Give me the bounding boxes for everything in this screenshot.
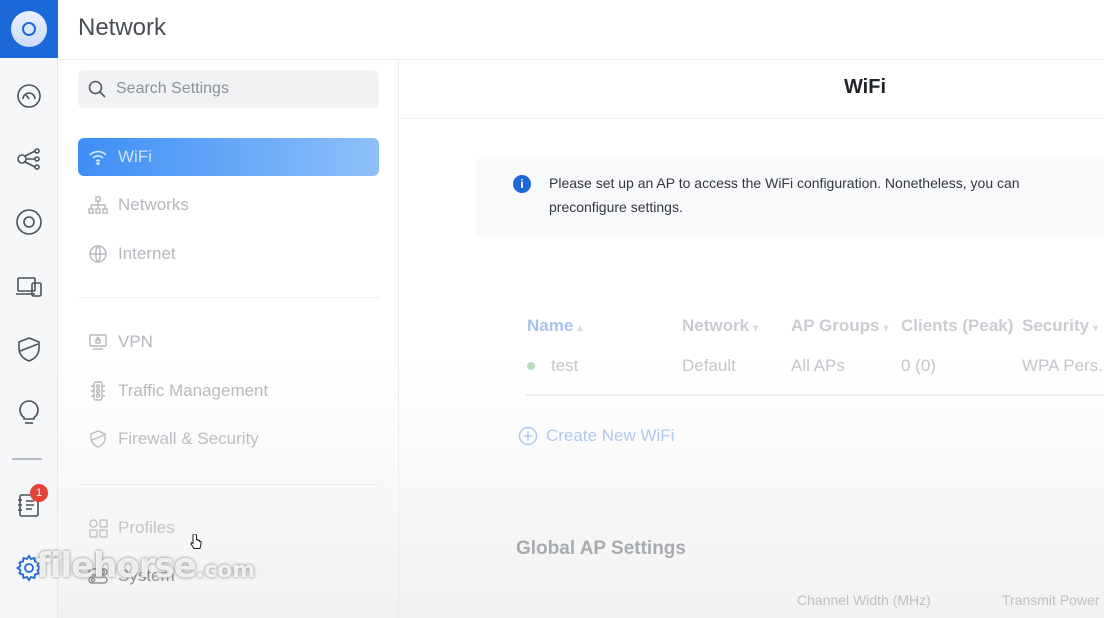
nav-divider — [78, 297, 379, 298]
settings-panel: WiFi Networks Internet VPN Traffic Manag… — [58, 60, 399, 618]
top-bar: Network — [58, 0, 1104, 60]
logo-icon — [11, 11, 47, 47]
nav-label-vpn: VPN — [118, 332, 153, 351]
nav-item-wifi[interactable]: WiFi — [78, 138, 379, 176]
search-icon — [88, 80, 106, 98]
create-wifi-label: Create New WiFi — [546, 426, 675, 445]
nav-label-firewall-security: Firewall & Security — [118, 429, 259, 448]
shield-icon — [90, 430, 106, 448]
notes-icon[interactable] — [0, 481, 58, 529]
nav-item-networks[interactable]: Networks — [78, 186, 379, 224]
sort-icon: ▾ — [753, 323, 759, 334]
info-icon: i — [513, 175, 531, 193]
dashboard-icon[interactable] — [0, 72, 58, 120]
cell-network: Default — [682, 356, 736, 375]
app-title: Network — [78, 14, 167, 41]
cell-clients: 0 (0) — [901, 356, 936, 375]
wifi-icon — [89, 150, 107, 166]
cell-security: WPA Pers... — [1022, 356, 1104, 375]
nav-item-traffic-management[interactable]: Traffic Management — [78, 372, 379, 410]
cell-ap-groups: All APs — [791, 356, 845, 375]
nav-item-vpn[interactable]: VPN — [78, 323, 379, 361]
nav-label-wifi: WiFi — [118, 147, 152, 166]
info-banner: i Please set up an AP to access the WiFi… — [476, 157, 1104, 237]
insights-icon[interactable] — [0, 388, 58, 436]
transmit-power-label: Transmit Power — [1002, 592, 1100, 608]
nav-item-firewall-security[interactable]: Firewall & Security — [78, 420, 379, 458]
cell-name[interactable]: test — [551, 356, 578, 376]
nav-divider — [78, 484, 379, 485]
nav-item-internet[interactable]: Internet — [78, 235, 379, 273]
header-divider — [400, 118, 1104, 119]
column-header-clients[interactable]: Clients (Peak) — [901, 316, 1013, 336]
global-ap-settings-title: Global AP Settings — [516, 538, 686, 559]
notification-badge: 1 — [30, 484, 48, 502]
vpn-icon — [89, 334, 107, 350]
status-dot — [527, 362, 535, 370]
nav-item-profiles[interactable]: Profiles — [78, 509, 379, 547]
channel-width-label: Channel Width (MHz) — [797, 592, 931, 608]
column-header-security[interactable]: Security ▾ — [1022, 316, 1098, 336]
page-title: WiFi — [843, 76, 887, 98]
watermark-logo: filehorse .com — [36, 546, 256, 586]
nav-label-internet: Internet — [118, 244, 176, 263]
create-wifi-button[interactable]: Create New WiFi — [518, 426, 674, 446]
nav-label-networks: Networks — [118, 195, 189, 214]
networks-icon — [88, 196, 108, 214]
shield-icon[interactable] — [0, 325, 58, 373]
clients-icon[interactable] — [0, 262, 58, 310]
devices-icon[interactable] — [0, 198, 58, 246]
icon-rail: 1 — [0, 0, 58, 618]
table-row-divider — [526, 394, 1104, 396]
nav-label-profiles: Profiles — [118, 518, 175, 537]
nav-label-traffic-management: Traffic Management — [118, 381, 269, 400]
plus-circle-icon — [518, 426, 538, 446]
sort-icon: ▴ — [577, 323, 583, 334]
traffic-light-icon — [91, 381, 105, 401]
column-header-network[interactable]: Network ▾ — [682, 316, 758, 336]
profiles-icon — [89, 519, 108, 538]
topology-icon[interactable] — [0, 135, 58, 183]
column-header-ap-groups[interactable]: AP Groups ▾ — [791, 316, 889, 336]
column-header-name[interactable]: Name ▴ — [527, 316, 582, 336]
globe-icon — [89, 245, 107, 263]
app-logo[interactable] — [0, 0, 58, 58]
sort-icon: ▾ — [883, 323, 889, 334]
search-input[interactable] — [116, 80, 356, 98]
main-content: WiFi i Please set up an AP to access the… — [400, 60, 1104, 618]
sort-icon: ▾ — [1093, 323, 1099, 334]
rail-divider — [12, 458, 42, 460]
search-box[interactable] — [78, 70, 379, 108]
banner-message: Please set up an AP to access the WiFi c… — [549, 175, 1020, 215]
app-root: 1 Network WiFi Networks Internet VPN — [0, 0, 1104, 618]
